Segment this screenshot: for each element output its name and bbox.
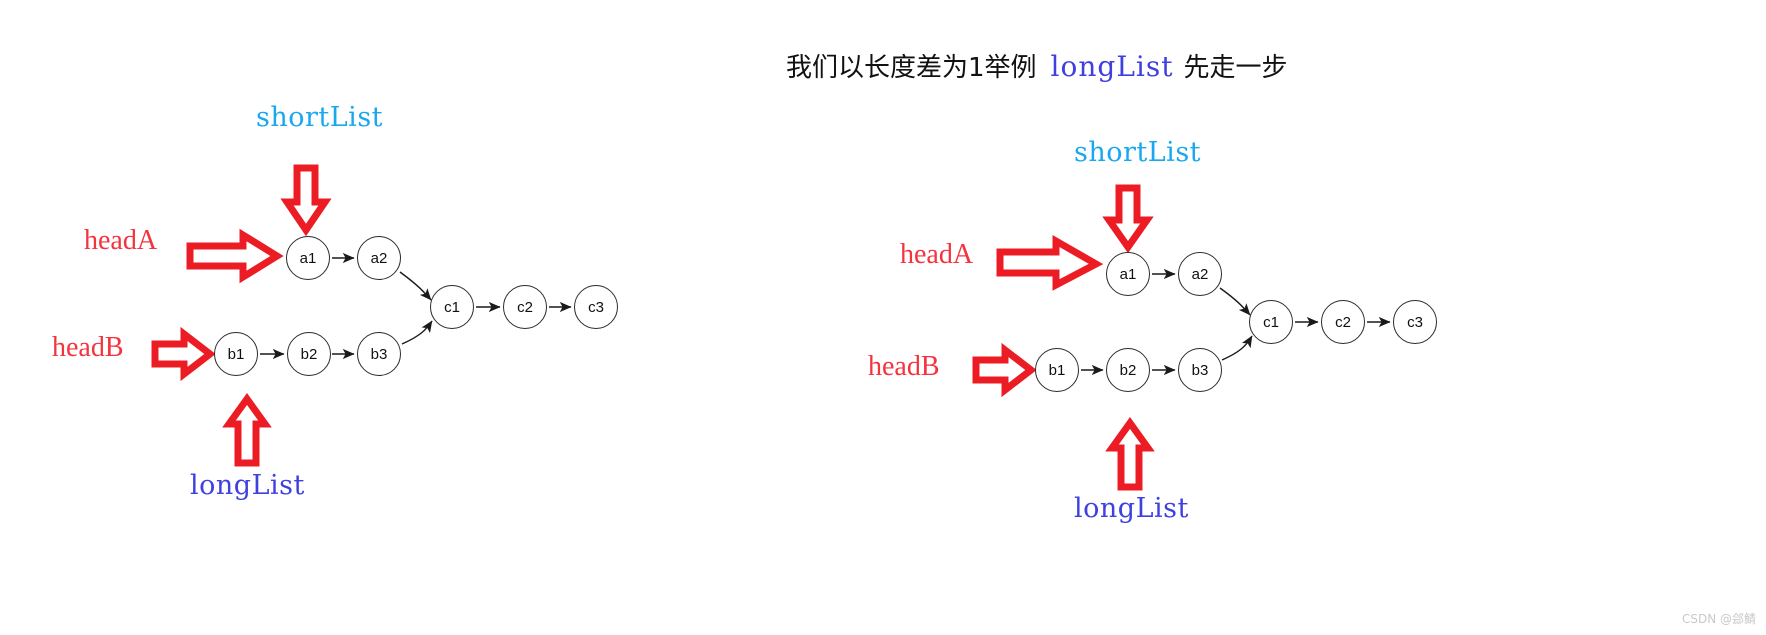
left-shortlist-label: shortList <box>256 102 384 133</box>
left-edge-a2-c1 <box>399 271 432 301</box>
right-edge-b3-c1 <box>1221 335 1253 361</box>
right-heada-label: headA <box>900 239 974 270</box>
node-b2-after[interactable]: b2 <box>1106 348 1150 392</box>
left-shortlist-pointer-arrow <box>280 164 332 237</box>
right-edge-a2-c1 <box>1219 287 1251 316</box>
node-c2[interactable]: c2 <box>503 285 547 329</box>
page-title: 我们以长度差为1举例 longList 先走一步 <box>786 50 1288 85</box>
node-c1[interactable]: c1 <box>430 285 474 329</box>
node-b1[interactable]: b1 <box>214 332 258 376</box>
right-headb-label: headB <box>868 351 940 382</box>
node-b2[interactable]: b2 <box>287 332 331 376</box>
node-a2-after[interactable]: a2 <box>1178 252 1222 296</box>
node-a2[interactable]: a2 <box>357 236 401 280</box>
title-cjk-suffix: 先走一步 <box>1183 53 1288 83</box>
right-heada-pointer-arrow <box>996 234 1104 291</box>
right-longlist-label: longList <box>1074 493 1189 524</box>
left-longlist-label: longList <box>190 470 305 501</box>
right-headb-pointer-arrow <box>972 342 1037 398</box>
node-c3[interactable]: c3 <box>574 285 618 329</box>
node-c1-after[interactable]: c1 <box>1249 300 1293 344</box>
node-c2-after[interactable]: c2 <box>1321 300 1365 344</box>
title-longlist-code: longList <box>1050 50 1174 83</box>
edges-and-pointers-layer <box>151 164 1391 491</box>
node-b1-after[interactable]: b1 <box>1035 348 1079 392</box>
node-b3[interactable]: b3 <box>357 332 401 376</box>
left-headb-pointer-arrow <box>151 326 216 382</box>
left-edge-b3-c1 <box>401 320 433 345</box>
diagram-canvas: 我们以长度差为1举例 longList 先走一步 shortList headA h… <box>0 0 1766 635</box>
left-heada-pointer-arrow <box>186 228 284 284</box>
csdn-watermark: CSDN @郐鲭 <box>1681 612 1756 626</box>
right-shortlist-pointer-arrow <box>1102 184 1154 254</box>
right-longlist-pointer-arrow <box>1105 417 1155 491</box>
node-a1[interactable]: a1 <box>286 236 330 280</box>
right-shortlist-label: shortList <box>1074 137 1202 168</box>
left-longlist-pointer-arrow <box>222 393 272 467</box>
left-heada-label: headA <box>84 225 158 256</box>
node-b3-after[interactable]: b3 <box>1178 348 1222 392</box>
node-c3-after[interactable]: c3 <box>1393 300 1437 344</box>
title-cjk-prefix: 我们以长度差为1举例 <box>786 53 1037 83</box>
left-headb-label: headB <box>52 332 124 363</box>
node-a1-after[interactable]: a1 <box>1106 252 1150 296</box>
